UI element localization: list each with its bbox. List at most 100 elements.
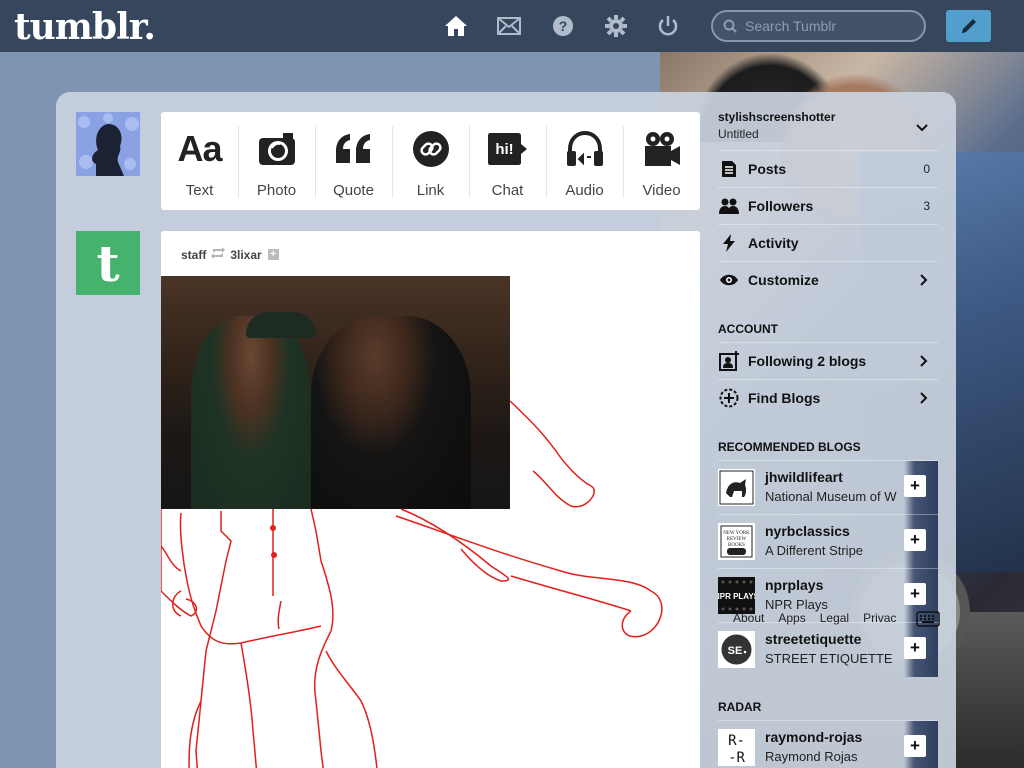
chevron-right-icon [920, 392, 928, 404]
follow-button[interactable]: + [904, 637, 926, 659]
add-person-icon [718, 351, 740, 371]
user-avatar[interactable] [76, 112, 140, 176]
follow-button[interactable]: + [904, 529, 926, 551]
post-author-avatar[interactable]: t [76, 231, 140, 295]
mail-icon[interactable] [497, 14, 521, 38]
posts-count: 0 [923, 162, 930, 176]
post-type-audio[interactable]: Audio [546, 112, 623, 210]
sidebar-item-customize[interactable]: Customize [718, 261, 938, 298]
blog-name: nprplays [765, 577, 824, 593]
account-section-header: ACCOUNT [718, 322, 778, 336]
eye-icon [718, 273, 740, 287]
post-type-label: Video [642, 182, 681, 199]
gear-icon[interactable] [604, 14, 628, 38]
keyboard-icon[interactable] [916, 611, 940, 627]
power-icon[interactable] [656, 14, 680, 38]
svg-text:?: ? [559, 18, 568, 34]
blog-avatar: SE [718, 631, 755, 668]
recommended-blog[interactable]: jhwildlifeart National Museum of W + [718, 460, 938, 515]
sidebar-item-label: Posts [748, 161, 787, 177]
blog-title: Untitled [718, 127, 759, 141]
svg-text:BOOKS: BOOKS [728, 543, 745, 548]
post-type-label: Chat [491, 182, 524, 199]
search-box[interactable] [711, 10, 926, 42]
sidebar-item-activity[interactable]: Activity [718, 224, 938, 261]
svg-text:R-: R- [728, 733, 745, 749]
sidebar-item-posts[interactable]: Posts 0 [718, 150, 938, 187]
post-type-link[interactable]: Link [392, 112, 469, 210]
followers-icon [718, 198, 740, 214]
chevron-right-icon [920, 355, 928, 367]
post-type-quote[interactable]: Quote [315, 112, 392, 210]
post-type-photo[interactable]: Photo [238, 112, 315, 210]
video-camera-icon [643, 130, 681, 168]
footer-link-apps[interactable]: Apps [778, 611, 805, 625]
blog-avatar: NEW YORK REVIEW BOOKS [718, 523, 755, 560]
blog-description: Raymond Rojas [765, 749, 858, 764]
recommended-blog[interactable]: SE streetetiquette STREET ETIQUETTE + [718, 622, 938, 677]
post-type-label: Audio [565, 182, 604, 199]
link-icon [412, 130, 450, 168]
blog-description: A Different Stripe [765, 543, 864, 558]
sidebar-item-label: Customize [748, 272, 819, 288]
camera-icon [258, 130, 296, 168]
sidebar: stylishscreenshotter Untitled Posts 0 Fo… [718, 108, 938, 768]
footer-link-privacy[interactable]: Privac [863, 611, 896, 625]
post-type-label: Text [185, 182, 214, 199]
post-type-chat[interactable]: hi! Chat [469, 112, 546, 210]
followers-count: 3 [923, 199, 930, 213]
sidebar-item-followers[interactable]: Followers 3 [718, 187, 938, 224]
radar-blog[interactable]: R- -R raymond-rojas Raymond Rojas + [718, 720, 938, 768]
help-icon[interactable]: ? [551, 14, 575, 38]
blog-name: raymond-rojas [765, 729, 863, 745]
blog-name: stylishscreenshotter [718, 110, 836, 124]
svg-text:SE: SE [728, 645, 743, 657]
footer-link-legal[interactable]: Legal [820, 611, 849, 625]
blog-name: jhwildlifeart [765, 469, 843, 485]
chevron-right-icon [920, 274, 928, 286]
blog-name: nyrbclassics [765, 523, 850, 539]
compass-icon [718, 388, 740, 408]
headphones-icon [565, 130, 605, 168]
sidebar-item-label: Activity [748, 235, 799, 251]
post-type-label: Photo [256, 182, 297, 199]
home-icon[interactable] [444, 14, 468, 38]
svg-text:NEW YORK: NEW YORK [723, 531, 750, 536]
dashboard-post: staff 3lixar + [161, 231, 700, 768]
recommended-blog[interactable]: NEW YORK REVIEW BOOKS nyrbclassics A Diffe… [718, 514, 938, 569]
sidebar-item-label: Find Blogs [748, 390, 821, 406]
blog-avatar: R- -R [718, 729, 755, 766]
follow-button[interactable]: + [904, 583, 926, 605]
top-navigation-bar: tumblr. ? [0, 0, 1024, 52]
footer-links: About Apps Legal Privac [733, 611, 903, 625]
post-type-text[interactable]: Aa Text [161, 112, 238, 210]
blog-description: National Museum of W [765, 489, 897, 504]
svg-text:-R: -R [728, 750, 745, 766]
tumblr-logo[interactable]: tumblr. [14, 6, 156, 48]
search-input[interactable] [745, 18, 915, 34]
blog-description: NPR Plays [765, 597, 828, 612]
blog-avatar: NPR PLAYS [718, 577, 755, 614]
sketch-drawing [161, 400, 663, 768]
quote-icon [334, 130, 374, 168]
radar-section-header: RADAR [718, 700, 762, 714]
blog-switcher[interactable]: stylishscreenshotter Untitled [718, 110, 938, 141]
sidebar-item-label: Following 2 blogs [748, 353, 867, 369]
post-type-video[interactable]: Video [623, 112, 700, 210]
follow-button[interactable]: + [904, 735, 926, 757]
chat-icon: hi! [487, 130, 528, 168]
sidebar-item-label: Followers [748, 198, 814, 214]
post-type-label: Quote [333, 182, 374, 199]
blog-name: streetetiquette [765, 631, 862, 647]
chevron-down-icon [916, 124, 928, 132]
blog-description: STREET ETIQUETTE [765, 651, 893, 666]
compose-button[interactable] [946, 10, 991, 42]
text-icon: Aa [177, 128, 222, 169]
sidebar-item-find-blogs[interactable]: Find Blogs [718, 379, 938, 416]
footer-link-about[interactable]: About [733, 611, 764, 625]
svg-text:REVIEW: REVIEW [727, 537, 747, 542]
posts-icon [718, 160, 740, 178]
sidebar-item-following[interactable]: Following 2 blogs [718, 342, 938, 379]
svg-text:NPR PLAYS: NPR PLAYS [718, 592, 755, 601]
follow-button[interactable]: + [904, 475, 926, 497]
